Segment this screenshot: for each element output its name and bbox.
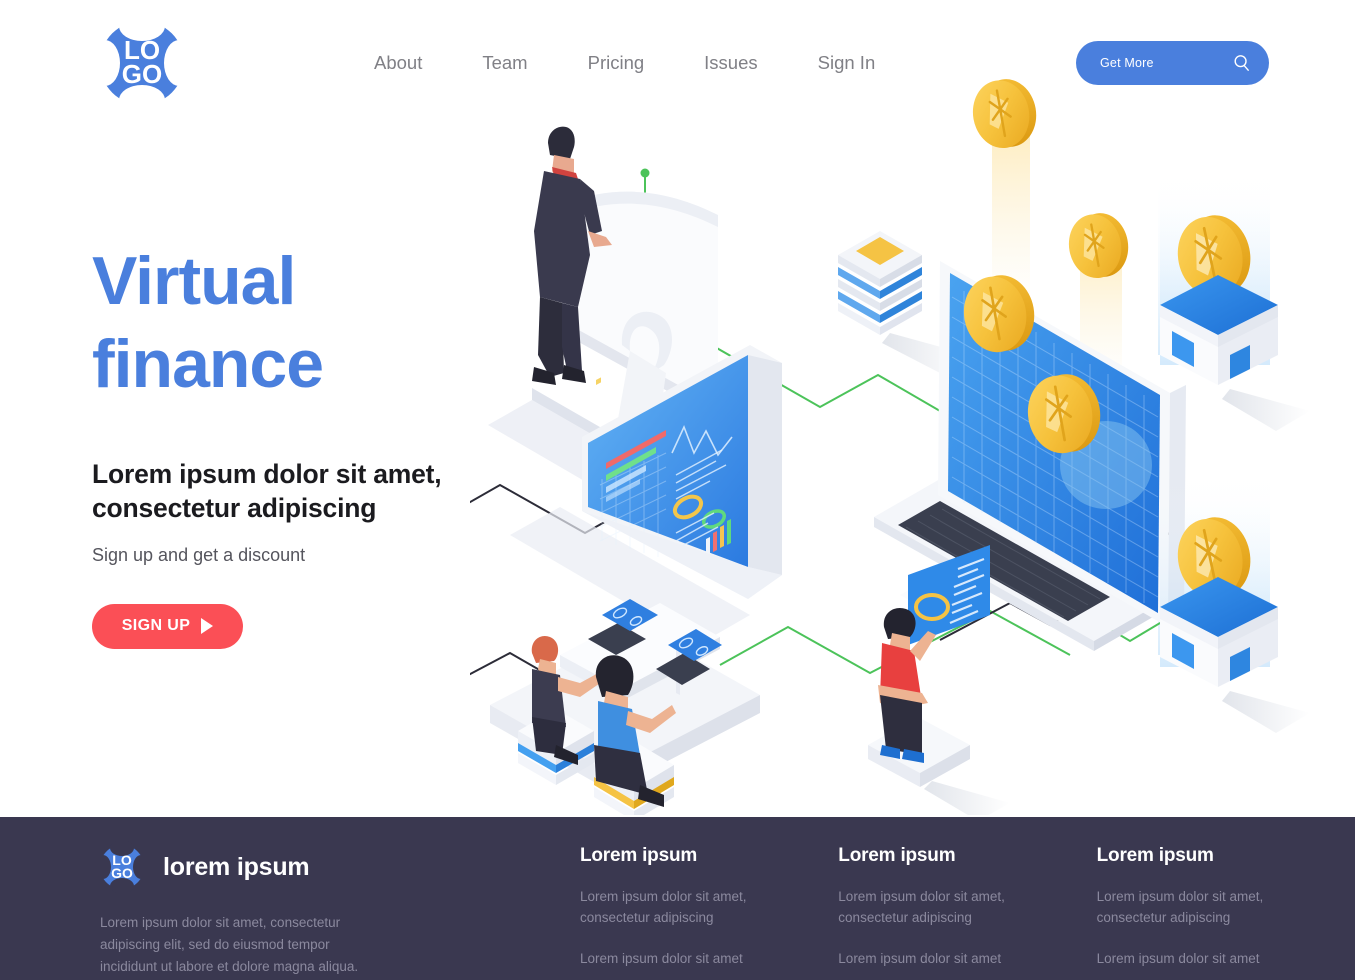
footer-link[interactable]: Lorem ipsum dolor sit amet, consectetur … xyxy=(1097,887,1307,929)
footer-brand-description: Lorem ipsum dolor sit amet, consectetur … xyxy=(100,915,359,974)
hero-subtitle-line1: Lorem ipsum dolor sit amet, xyxy=(92,458,442,489)
logo-text-line2: GO xyxy=(121,58,163,89)
footer-link[interactable]: Lorem ipsum dolor sit amet, consectetur … xyxy=(838,887,1048,929)
footer-column-3: Lorem ipsum Lorem ipsum dolor sit amet, … xyxy=(1097,845,1355,978)
hero-section: Virtual finance Lorem ipsum dolor sit am… xyxy=(92,240,532,649)
footer-column-3-title: Lorem ipsum xyxy=(1096,845,1214,866)
page-footer: LO GO lorem ipsum Lorem ipsum dolor sit … xyxy=(0,817,1355,980)
footer-brand-name: lorem ipsum xyxy=(163,852,310,881)
footer-column-2: Lorem ipsum Lorem ipsum dolor sit amet, … xyxy=(838,845,1096,978)
isometric-illustration xyxy=(470,55,1355,815)
person-with-panel xyxy=(868,545,1010,815)
footer-logo[interactable]: LO GO xyxy=(95,840,149,894)
hero-subtitle-line2: consectetur adipiscing xyxy=(92,492,377,523)
hero-title-line2: finance xyxy=(92,325,324,402)
page-title: Virtual finance xyxy=(92,240,532,406)
footer-brand: LO GO lorem ipsum Lorem ipsum dolor sit … xyxy=(0,840,490,978)
footer-link[interactable]: Lorem ipsum dolor sit amet xyxy=(580,949,790,970)
footer-link[interactable]: Lorem ipsum dolor sit amet xyxy=(1097,949,1307,970)
footer-logo-line2: GO xyxy=(111,865,133,881)
footer-link[interactable]: Lorem ipsum dolor sit amet xyxy=(838,949,1048,970)
footer-column-2-title: Lorem ipsum xyxy=(838,845,956,866)
sign-up-button[interactable]: SIGN UP xyxy=(92,603,243,649)
hero-subtitle: Lorem ipsum dolor sit amet, consectetur … xyxy=(92,458,532,526)
footer-column-1: Lorem ipsum Lorem ipsum dolor sit amet, … xyxy=(580,845,838,978)
play-icon xyxy=(201,618,214,635)
footer-link[interactable]: Lorem ipsum dolor sit amet, consectetur … xyxy=(580,887,790,929)
footer-logo-text: LO GO xyxy=(100,845,144,889)
footer-column-1-title: Lorem ipsum xyxy=(579,845,698,866)
logo[interactable]: LO GO xyxy=(90,10,194,115)
nav-item-about[interactable]: About xyxy=(374,52,422,74)
hero-title-line1: Virtual xyxy=(92,243,296,319)
coin-platform-bottom xyxy=(1160,475,1310,733)
logo-text: LO GO xyxy=(100,21,184,105)
hero-note: Sign up and get a discount xyxy=(92,544,306,565)
sign-up-label: SIGN UP xyxy=(121,617,191,635)
